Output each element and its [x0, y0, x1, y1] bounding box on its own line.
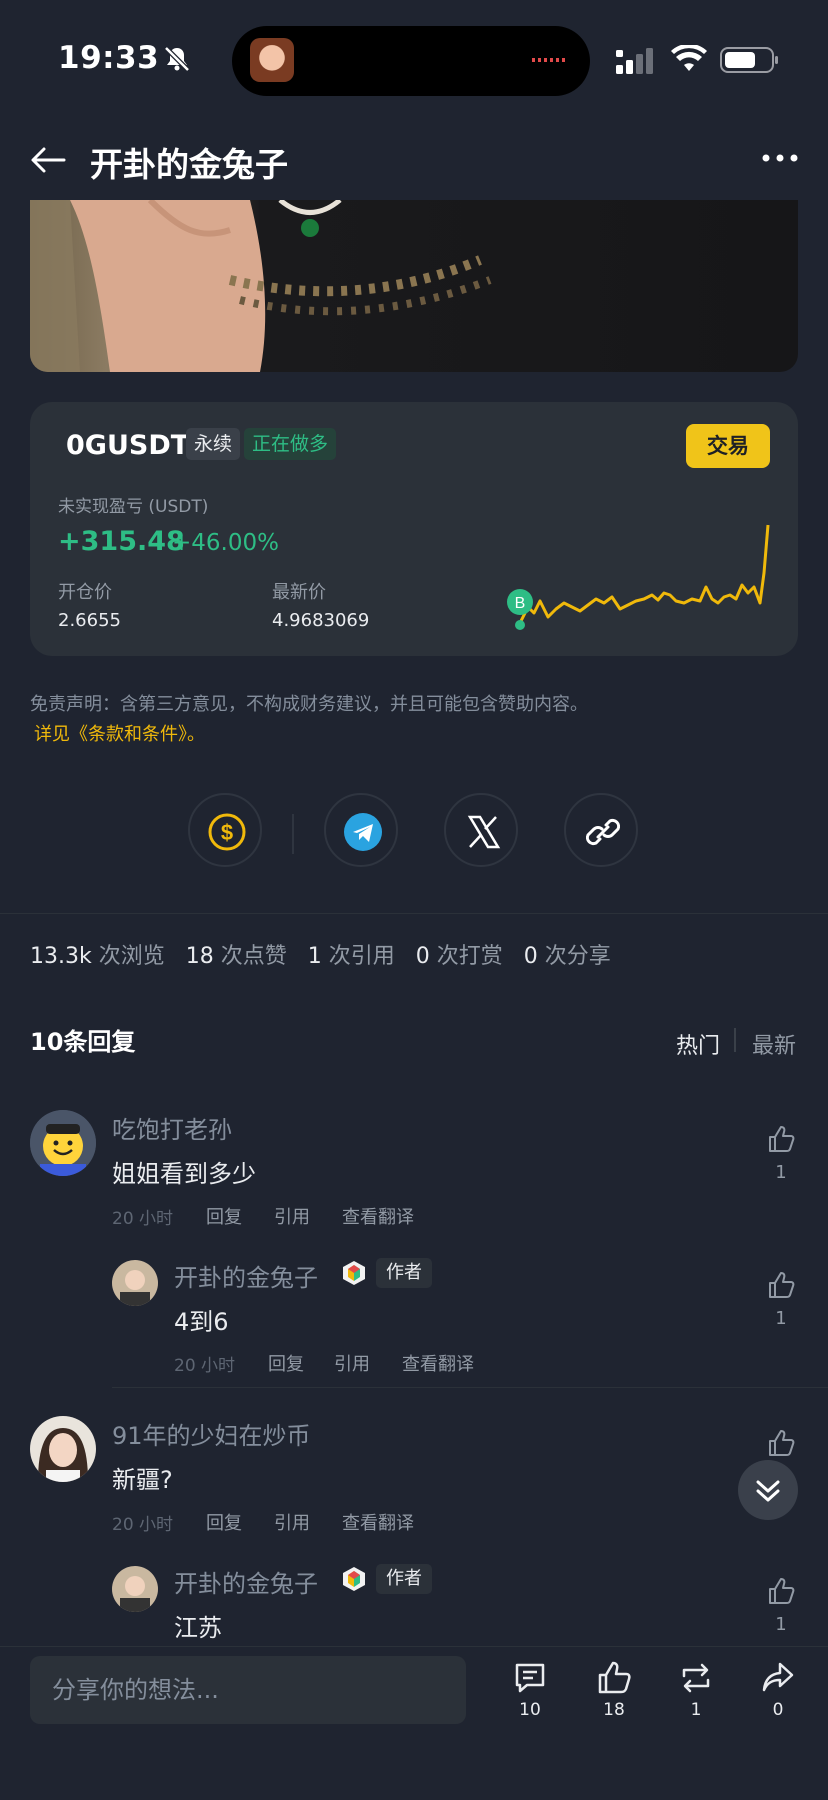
page-title: 开卦的金兔子 [90, 145, 288, 184]
quote-button[interactable]: 引用 [274, 1509, 310, 1535]
views-label: 次浏览 [98, 944, 165, 969]
shares-stat-count: 0 [523, 944, 538, 969]
bell-muted-icon [164, 46, 190, 72]
reply-time: 20 小时 [174, 1356, 236, 1376]
thumbs-up-icon[interactable] [766, 1124, 796, 1154]
tips-label: 次打赏 [436, 944, 503, 969]
reply-text: 4到6 [174, 1308, 229, 1336]
disclaimer-text: 免责声明：含第三方意见，不构成财务建议，并且可能包含赞助内容。 [30, 694, 588, 715]
sort-separator [734, 1028, 736, 1052]
reply-like-count: 1 [775, 1308, 787, 1329]
sort-new-tab[interactable]: 最新 [752, 1028, 796, 1060]
open-price-label: 开仓价 [58, 582, 112, 603]
last-price-label: 最新价 [272, 582, 326, 603]
more-options-icon[interactable] [760, 146, 800, 170]
likes-stat-label: 次点赞 [220, 944, 287, 969]
back-arrow-icon[interactable] [28, 140, 68, 180]
last-price-value: 4.9683069 [272, 610, 370, 631]
shares-stat-label: 次分享 [544, 944, 611, 969]
comment-text: 姐姐看到多少 [112, 1160, 256, 1188]
translate-button[interactable]: 查看翻译 [342, 1509, 414, 1535]
status-time: 19:33 [58, 40, 160, 76]
reply-like-count: 1 [775, 1614, 787, 1635]
buy-marker: B [515, 595, 526, 612]
scroll-down-button[interactable] [738, 1460, 798, 1520]
reply-button[interactable]: 回复 [268, 1350, 304, 1376]
sort-hot-tab[interactable]: 热门 [676, 1028, 720, 1060]
comments-count: 10 [519, 1700, 541, 1720]
section-divider [0, 913, 828, 914]
copy-link-button[interactable] [564, 793, 638, 867]
comment-author-name[interactable]: 吃饱打老孙 [112, 1110, 232, 1145]
reposts-count: 1 [690, 1700, 702, 1720]
trade-symbol: 0GUSDT [66, 430, 190, 461]
comment-like-count: 1 [775, 1162, 787, 1183]
pnl-label: 未实现盈亏 (USDT) [58, 497, 209, 517]
author-badge: 作者 [376, 1564, 432, 1594]
recording-dots-icon [532, 58, 568, 62]
tip-icon: $ [208, 813, 246, 851]
reply-button[interactable]: 回复 [206, 1203, 242, 1229]
reply-author-name[interactable]: 开卦的金兔子 [174, 1258, 318, 1293]
comment-author-name[interactable]: 91年的少妇在炒币 [112, 1416, 311, 1451]
island-avatar-icon [250, 38, 294, 82]
reply-author-name[interactable]: 开卦的金兔子 [174, 1564, 318, 1599]
likes-count: 18 [603, 1700, 625, 1720]
double-chevron-down-icon [756, 1480, 780, 1502]
thumbs-up-icon[interactable] [766, 1576, 796, 1606]
reply-text: 江苏 [174, 1614, 222, 1642]
comment-time: 20 小时 [112, 1209, 174, 1229]
x-icon [467, 815, 501, 849]
telegram-share-button[interactable] [324, 793, 398, 867]
trade-button[interactable]: 交易 [686, 424, 770, 468]
wifi-icon [671, 45, 707, 71]
thumbs-up-icon[interactable] [766, 1270, 796, 1300]
comment-text: 新疆? [112, 1466, 173, 1494]
quote-button[interactable]: 引用 [274, 1203, 310, 1229]
telegram-icon [344, 813, 382, 851]
translate-button[interactable]: 查看翻译 [402, 1350, 474, 1376]
replies-title: 10条回复 [30, 1028, 136, 1056]
thumbs-up-icon[interactable] [766, 1428, 796, 1458]
reply-button[interactable]: 回复 [206, 1509, 242, 1535]
likes-stat-count: 18 [185, 944, 214, 969]
link-icon [585, 818, 621, 846]
share-divider [292, 814, 294, 854]
translate-button[interactable]: 查看翻译 [342, 1203, 414, 1229]
post-stats: 13.3k 次浏览 18 次点赞 1 次引用 0 次打赏 0 次分享 [30, 938, 611, 970]
x-share-button[interactable] [444, 793, 518, 867]
position-badge: 正在做多 [244, 428, 337, 460]
reply-author-avatar[interactable] [112, 1566, 158, 1612]
repost-icon[interactable] [678, 1660, 714, 1696]
comment-input[interactable] [30, 1656, 466, 1724]
open-price-value: 2.6655 [58, 610, 121, 631]
cellular-signal-icon [616, 48, 653, 74]
views-count: 13.3k [30, 944, 92, 969]
share-icon[interactable] [760, 1660, 796, 1696]
svg-text:$: $ [221, 820, 233, 845]
comment-icon[interactable] [512, 1660, 548, 1696]
tips-count: 0 [415, 944, 430, 969]
post-image[interactable] [30, 200, 798, 372]
vip-badge-icon [343, 1261, 365, 1285]
pnl-value: +315.48 [58, 526, 185, 557]
comment-time: 20 小时 [112, 1515, 174, 1535]
commenter-avatar[interactable] [30, 1416, 96, 1482]
price-sparkline: B [507, 524, 770, 630]
battery-icon [720, 47, 778, 73]
author-badge: 作者 [376, 1258, 432, 1288]
vip-badge-icon [343, 1567, 365, 1591]
shares-count: 0 [772, 1700, 784, 1720]
quotes-count: 1 [307, 944, 322, 969]
pnl-percent: +46.00% [172, 530, 279, 556]
commenter-avatar[interactable] [30, 1110, 96, 1176]
perpetual-badge: 永续 [186, 428, 241, 460]
terms-link[interactable]: 详见《条款和条件》。 [34, 720, 205, 746]
tip-button[interactable]: $ [188, 793, 262, 867]
reply-author-avatar[interactable] [112, 1260, 158, 1306]
quote-button[interactable]: 引用 [334, 1350, 370, 1376]
comment-divider [112, 1387, 828, 1388]
like-icon[interactable] [596, 1660, 632, 1696]
quotes-label: 次引用 [328, 944, 395, 969]
